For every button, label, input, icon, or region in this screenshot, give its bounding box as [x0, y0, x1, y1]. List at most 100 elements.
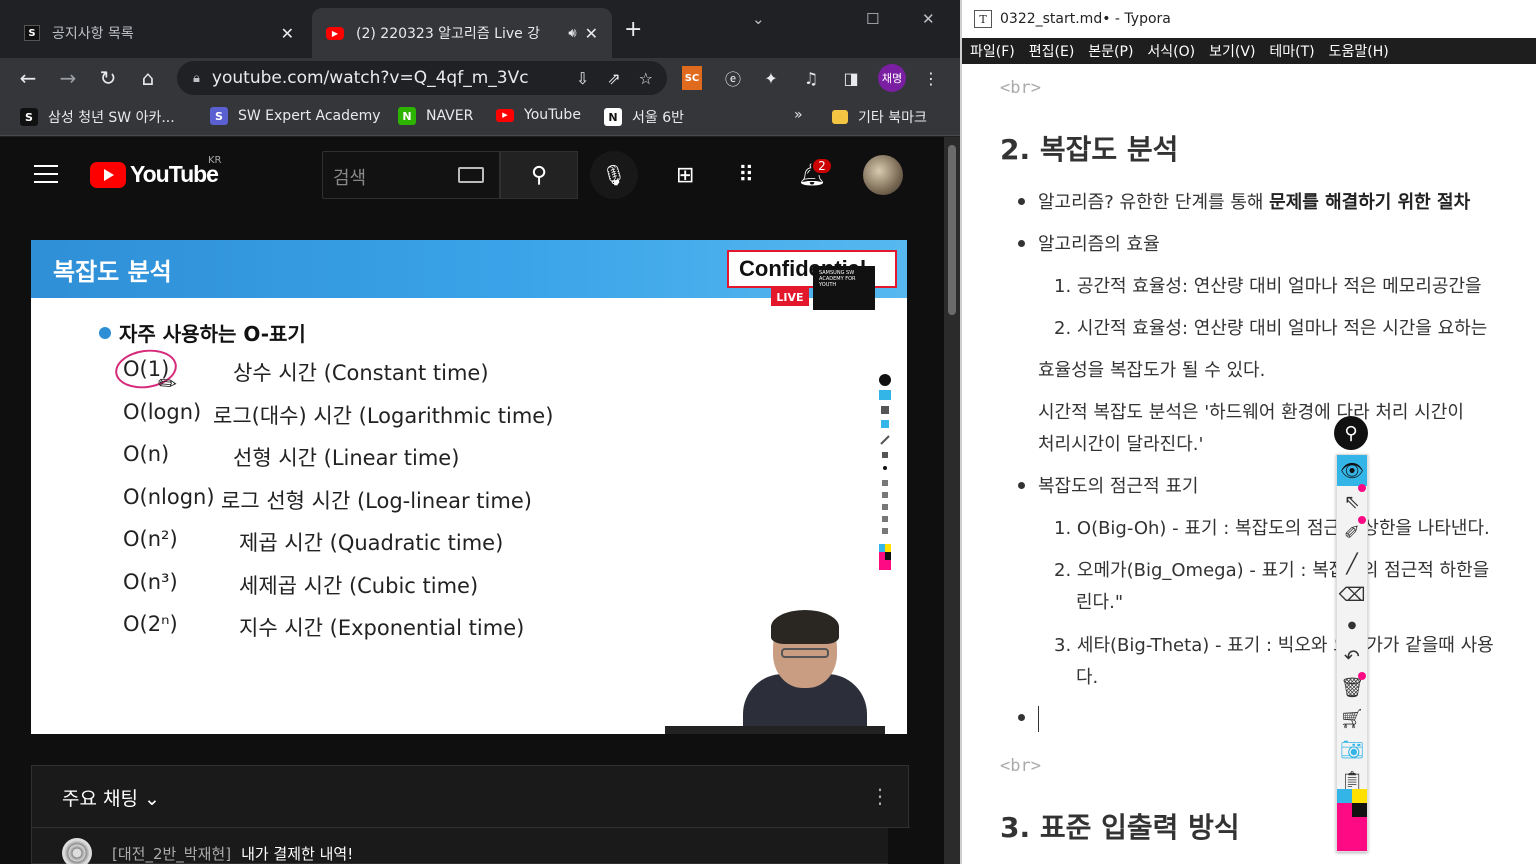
- menu-kebab-icon[interactable]: ⋮: [920, 66, 942, 90]
- heading-complexity: 2. 복잡도 분석: [1000, 133, 1179, 166]
- close-window-icon[interactable]: ✕: [922, 10, 935, 28]
- bookmark-other[interactable]: 기타 북마크: [832, 107, 927, 127]
- back-icon[interactable]: ←: [14, 64, 42, 92]
- notation-desc: 지수 시간 (Exponential time): [239, 616, 525, 640]
- maximize-icon[interactable]: ☐: [866, 10, 879, 28]
- eraser-icon[interactable]: ⌫: [1337, 579, 1367, 610]
- apps-grid-icon[interactable]: ⠿: [738, 163, 754, 188]
- speaker-icon[interactable]: 🔊︎: [568, 26, 576, 41]
- extension-e-icon[interactable]: ⓔ: [722, 66, 744, 90]
- color-indicator-dot: [1358, 484, 1366, 492]
- bookmark-star-icon[interactable]: ☆: [639, 69, 653, 88]
- search-button[interactable]: ⚲: [500, 151, 578, 199]
- ordered-item: 1. 공간적 효율성: 연산량 대비 얼마나 적은 메모리공간을: [1054, 276, 1482, 297]
- notion-icon: N: [604, 108, 622, 126]
- notation-o1: O(1): [123, 357, 170, 381]
- account-avatar[interactable]: [863, 155, 903, 195]
- list-item: 알고리즘? 유한한 단계를 통해 문제를 해결하기 위한 절차: [1038, 188, 1470, 214]
- ordered-item: 1. O(Big-Oh) - 표기 : 복잡도의 점근적 상한을 나타낸다.: [1054, 518, 1490, 539]
- youtube-favicon-icon: ▶: [326, 26, 344, 40]
- notation-on: O(n): [123, 442, 170, 466]
- tab-title: (2) 220323 알고리즘 Live 강: [356, 26, 541, 42]
- bookmarks-overflow[interactable]: »: [794, 107, 803, 123]
- tab-youtube-live[interactable]: ▶ (2) 220323 알고리즘 Live 강 🔊︎ ✕: [312, 8, 612, 58]
- keyboard-icon[interactable]: [458, 167, 484, 183]
- notation-desc: 상수 시간 (Constant time): [233, 361, 489, 385]
- notation-desc: 제곱 시간 (Quadratic time): [239, 531, 504, 555]
- brush-size-icon[interactable]: ●: [1337, 610, 1367, 641]
- install-icon[interactable]: ⇩: [576, 69, 589, 88]
- chat-more-icon[interactable]: ⋮: [870, 784, 890, 808]
- bookmark-label: SW Expert Academy: [238, 108, 381, 124]
- menu-edit[interactable]: 편집(E): [1029, 41, 1075, 61]
- tab-notice-list[interactable]: S 공지사항 목록 ✕: [10, 8, 308, 58]
- extensions-puzzle-icon[interactable]: ✦: [760, 66, 782, 90]
- reload-icon[interactable]: ↻: [94, 64, 122, 92]
- text-caret: [1038, 706, 1039, 732]
- typora-window: T 0322_start.md• - Typora 파일(F) 편집(E) 본문…: [960, 0, 1536, 864]
- tab-search-icon[interactable]: ⌄: [752, 10, 765, 28]
- bookmark-samsung[interactable]: S 삼성 청년 SW 아카...: [20, 107, 175, 127]
- address-bar[interactable]: 🔒︎ youtube.com/watch?v=Q_4qf_m_3Vc ⇩ ⇗ ☆: [177, 61, 667, 95]
- browser-toolbar: ← → ↻ ⌂ 🔒︎ youtube.com/watch?v=Q_4qf_m_3…: [0, 58, 960, 98]
- notation-o2n: O(2ⁿ): [123, 612, 178, 636]
- pin-icon[interactable]: ⚲: [1334, 416, 1368, 450]
- swea-favicon-icon: S: [24, 25, 40, 41]
- eye-icon[interactable]: 👁︎: [1337, 455, 1367, 486]
- bookmark-sw-expert[interactable]: S SW Expert Academy: [210, 107, 381, 125]
- extension-sc-icon[interactable]: SC: [682, 66, 702, 90]
- undo-icon[interactable]: ↶: [1337, 641, 1367, 672]
- notation-desc: 선형 시간 (Linear time): [233, 446, 460, 470]
- chat-text: 내가 결제한 내역!: [241, 844, 354, 863]
- new-tab-button[interactable]: +: [624, 17, 642, 42]
- close-tab-icon[interactable]: ✕: [281, 24, 294, 43]
- bookmark-youtube[interactable]: ▶ YouTube: [496, 107, 581, 123]
- editor-content[interactable]: <br> 2. 복잡도 분석 알고리즘? 유한한 단계를 통해 문제를 해결하기…: [962, 64, 1536, 864]
- page-scrollbar[interactable]: [944, 137, 960, 864]
- menu-format[interactable]: 서식(O): [1147, 41, 1195, 61]
- side-panel-icon[interactable]: ◨: [840, 66, 862, 90]
- menu-theme[interactable]: 테마(T): [1269, 41, 1314, 61]
- menu-help[interactable]: 도움말(H): [1329, 41, 1389, 61]
- chat-title: 주요 채팅: [62, 788, 138, 810]
- bookmark-seoul6[interactable]: N 서울 6반: [604, 107, 684, 127]
- list-item: 복잡도의 점근적 표기: [1038, 476, 1199, 497]
- media-control-icon[interactable]: ♫: [800, 66, 822, 90]
- html-br-tag: <br>: [1000, 78, 1041, 98]
- forward-icon[interactable]: →: [54, 64, 82, 92]
- live-chat: 주요 채팅 ⌄ ⋮ [대전_2반_박재현] 내가 결제한 내역!: [31, 765, 910, 864]
- menu-file[interactable]: 파일(F): [970, 41, 1015, 61]
- list-bullet: [1018, 482, 1025, 489]
- cart-icon[interactable]: 🛒︎: [1337, 703, 1367, 734]
- typora-titlebar: T 0322_start.md• - Typora: [962, 0, 1536, 38]
- list-text: 알고리즘? 유한한 단계를 통해: [1038, 192, 1270, 213]
- bookmark-label: NAVER: [426, 108, 474, 124]
- youtube-logo[interactable]: YouTube KR: [90, 155, 222, 188]
- typora-app-icon: T: [974, 10, 992, 28]
- notation-on3: O(n³): [123, 570, 178, 594]
- pen-line-icon[interactable]: ╱: [1337, 548, 1367, 579]
- chevron-down-icon: ⌄: [144, 788, 160, 810]
- home-icon[interactable]: ⌂: [134, 64, 162, 92]
- bookmark-naver[interactable]: N NAVER: [398, 107, 473, 125]
- close-tab-icon[interactable]: ✕: [585, 24, 598, 43]
- color-palette[interactable]: [1337, 789, 1367, 851]
- slide-bullet: 자주 사용하는 O-표기: [99, 318, 306, 347]
- video-player[interactable]: 복잡도 분석 Confidential SAMSUNG SW ACADEMY F…: [31, 240, 907, 734]
- menu-paragraph[interactable]: 본문(P): [1088, 41, 1133, 61]
- youtube-play-icon: [90, 161, 126, 188]
- chat-mode-dropdown[interactable]: 주요 채팅 ⌄: [62, 784, 160, 811]
- tab-title: 공지사항 목록: [52, 26, 134, 42]
- profile-avatar[interactable]: 채명: [878, 64, 906, 92]
- create-video-icon[interactable]: ⊞: [676, 163, 694, 188]
- voice-search-button[interactable]: 🎙︎: [590, 151, 638, 199]
- share-icon[interactable]: ⇗: [607, 69, 620, 88]
- paragraph: 시간적 복잡도 분석은 '하드웨어 환경에 다라 처리 시간이: [1038, 402, 1464, 423]
- chat-scrollbar[interactable]: [888, 828, 910, 864]
- menu-view[interactable]: 보기(V): [1209, 41, 1255, 61]
- guide-menu-icon[interactable]: [34, 165, 58, 183]
- color-indicator-dot: [1358, 672, 1366, 680]
- chat-author[interactable]: [대전_2반_박재현]: [112, 843, 231, 864]
- scroll-thumb[interactable]: [948, 145, 956, 315]
- camera-icon[interactable]: 📷︎: [1337, 734, 1367, 765]
